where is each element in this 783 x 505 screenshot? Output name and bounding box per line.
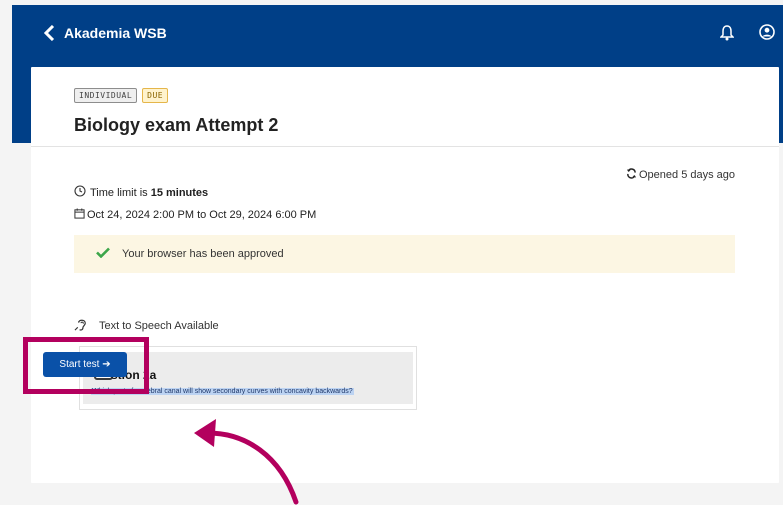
- user-circle-icon[interactable]: [759, 24, 775, 45]
- page-title: Biology exam Attempt 2: [74, 115, 279, 135]
- time-limit: Time limit is 15 minutes: [74, 185, 208, 200]
- badge-group: INDIVIDUAL DUE: [74, 88, 169, 103]
- time-limit-value: 15 minutes: [150, 186, 209, 199]
- text-to-speech-info: Text to Speech Available: [74, 317, 219, 335]
- opened-text: Opened 5 days ago: [639, 169, 736, 181]
- calendar-icon: [74, 208, 85, 222]
- start-test-button[interactable]: Start test ➔: [43, 352, 127, 377]
- refresh-icon: [626, 168, 637, 182]
- badge-individual: INDIVIDUAL: [74, 88, 138, 103]
- time-limit-prefix: Time limit is: [90, 186, 151, 199]
- date-range-text: Oct 24, 2024 2:00 PM to Oct 29, 2024 6:0…: [87, 209, 317, 221]
- approval-message: Your browser has been approved: [122, 248, 284, 260]
- badge-due: DUE: [142, 88, 169, 103]
- ear-icon: [74, 317, 89, 335]
- chevron-left-icon[interactable]: [44, 25, 56, 41]
- assignment-card: INDIVIDUAL DUE Biology exam Attempt 2 Op…: [31, 67, 779, 483]
- tts-label: Text to Speech Available: [99, 320, 219, 332]
- pointer-arrow-icon: [194, 419, 299, 505]
- check-icon: [96, 247, 110, 261]
- app-title-group[interactable]: Akademia WSB: [44, 22, 167, 44]
- bell-icon[interactable]: [719, 25, 735, 46]
- browser-approval-alert: Your browser has been approved: [74, 235, 735, 273]
- clock-icon: [74, 185, 86, 200]
- assignment-header: INDIVIDUAL DUE Biology exam Attempt 2: [31, 67, 779, 147]
- date-range: Oct 24, 2024 2:00 PM to Oct 29, 2024 6:0…: [74, 208, 316, 222]
- opened-status: Opened 5 days ago: [626, 168, 735, 182]
- app-title: Akademia WSB: [64, 25, 167, 41]
